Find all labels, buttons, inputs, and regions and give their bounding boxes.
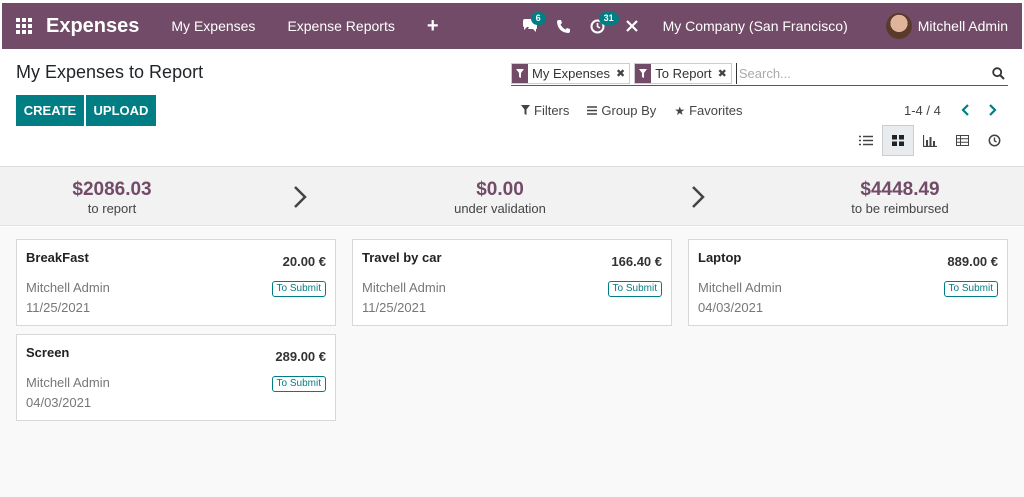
expense-employee: Mitchell Admin [26, 375, 110, 390]
debug-tools-icon[interactable] [615, 3, 649, 49]
expense-date: 04/03/2021 [26, 395, 92, 410]
stat-label: to be reimbursed [851, 201, 949, 216]
expense-dashboard: $2086.03 to report $0.00 under validatio… [0, 166, 1024, 226]
search-input[interactable] [735, 62, 996, 84]
kanban-view-icon[interactable] [882, 125, 914, 156]
search-bar: My Expenses ✖ To Report ✖ [511, 61, 1008, 86]
expense-card[interactable]: Screen 289.00 € Mitchell Admin 04/03/202… [16, 334, 336, 421]
page-title: My Expenses to Report [16, 62, 204, 82]
apps-menu-icon[interactable] [2, 3, 46, 49]
groupby-dropdown[interactable]: Group By [587, 103, 656, 118]
chevron-right-icon [688, 182, 708, 212]
favorites-dropdown[interactable]: ★ Favorites [674, 103, 742, 118]
list-view-icon[interactable] [850, 125, 882, 156]
activities-clock-icon[interactable]: 31 [581, 3, 619, 49]
expense-date: 11/25/2021 [26, 300, 91, 315]
avatar [885, 13, 912, 39]
facet-label: To Report [655, 65, 712, 81]
expense-employee: Mitchell Admin [26, 280, 110, 295]
expense-amount: 289.00 € [275, 349, 326, 364]
stat-amount: $0.00 [476, 179, 524, 200]
expense-card[interactable]: BreakFast 20.00 € Mitchell Admin 11/25/2… [16, 239, 336, 326]
expense-employee: Mitchell Admin [698, 280, 782, 295]
phone-icon[interactable] [547, 3, 581, 49]
quick-create-plus-icon[interactable]: + [427, 15, 439, 38]
expense-name: Screen [26, 345, 70, 360]
view-switcher [850, 125, 1010, 156]
messages-icon[interactable]: 6 [513, 3, 547, 49]
stat-amount: $4448.49 [860, 179, 940, 200]
status-badge: To Submit [271, 281, 326, 297]
search-icon[interactable] [988, 63, 1008, 83]
expense-date: 11/25/2021 [362, 300, 427, 315]
chevron-right-icon [290, 182, 310, 212]
favorites-label: Favorites [689, 103, 743, 118]
expense-amount: 889.00 € [947, 254, 998, 269]
bars-icon [587, 104, 598, 118]
graph-view-icon[interactable] [914, 125, 946, 156]
menu-my-expenses[interactable]: My Expenses [171, 18, 255, 34]
expense-card[interactable]: Travel by car 166.40 € Mitchell Admin 11… [352, 239, 672, 326]
search-facet-my-expenses: My Expenses ✖ [511, 62, 631, 84]
star-icon: ★ [674, 103, 686, 118]
remove-facet-icon[interactable]: ✖ [716, 64, 731, 83]
groupby-label: Group By [601, 103, 657, 118]
filters-label: Filters [534, 103, 570, 118]
search-facet-to-report: To Report ✖ [634, 62, 732, 84]
stat-to-report[interactable]: $2086.03 to report [52, 179, 172, 217]
stat-label: to report [87, 201, 137, 216]
status-badge: To Submit [271, 376, 326, 392]
filters-dropdown[interactable]: Filters [521, 103, 569, 118]
facet-label: My Expenses [532, 65, 611, 81]
search-options: Filters Group By ★ Favorites [521, 103, 761, 118]
pager-previous-icon[interactable] [956, 100, 974, 120]
menu-expense-reports[interactable]: Expense Reports [287, 18, 394, 34]
filter-icon [512, 63, 528, 83]
activity-view-icon[interactable] [978, 125, 1010, 156]
status-badge: To Submit [607, 281, 662, 297]
pager-next-icon[interactable] [984, 100, 1002, 120]
expense-employee: Mitchell Admin [362, 280, 446, 295]
filter-icon [521, 104, 530, 118]
expense-name: Laptop [698, 250, 742, 265]
top-navbar: Expenses My Expenses Expense Reports + 6… [2, 3, 1022, 49]
app-name[interactable]: Expenses [46, 15, 139, 38]
remove-facet-icon[interactable]: ✖ [614, 64, 629, 83]
stat-under-validation[interactable]: $0.00 under validation [440, 179, 560, 217]
user-name: Mitchell Admin [917, 18, 1008, 34]
user-menu[interactable]: Mitchell Admin [885, 13, 1008, 39]
pivot-view-icon[interactable] [946, 125, 978, 156]
expense-date: 04/03/2021 [698, 300, 764, 315]
create-button[interactable]: CREATE [16, 95, 84, 126]
expense-amount: 20.00 € [282, 254, 326, 269]
expense-amount: 166.40 € [611, 254, 662, 269]
stat-amount: $2086.03 [72, 179, 152, 200]
filter-icon [635, 63, 652, 83]
stat-to-be-reimbursed[interactable]: $4448.49 to be reimbursed [830, 179, 970, 217]
stat-label: under validation [454, 201, 546, 216]
kanban-view: BreakFast 20.00 € Mitchell Admin 11/25/2… [0, 227, 1024, 497]
status-badge: To Submit [943, 281, 998, 297]
expense-name: Travel by car [362, 250, 442, 265]
expense-card[interactable]: Laptop 889.00 € Mitchell Admin 04/03/202… [688, 239, 1008, 326]
messages-badge: 6 [530, 12, 546, 25]
pager-value[interactable]: 1-4 / 4 [904, 103, 941, 118]
upload-button[interactable]: UPLOAD [86, 95, 156, 126]
company-switcher[interactable]: My Company (San Francisco) [663, 18, 848, 34]
expense-name: BreakFast [26, 250, 89, 265]
